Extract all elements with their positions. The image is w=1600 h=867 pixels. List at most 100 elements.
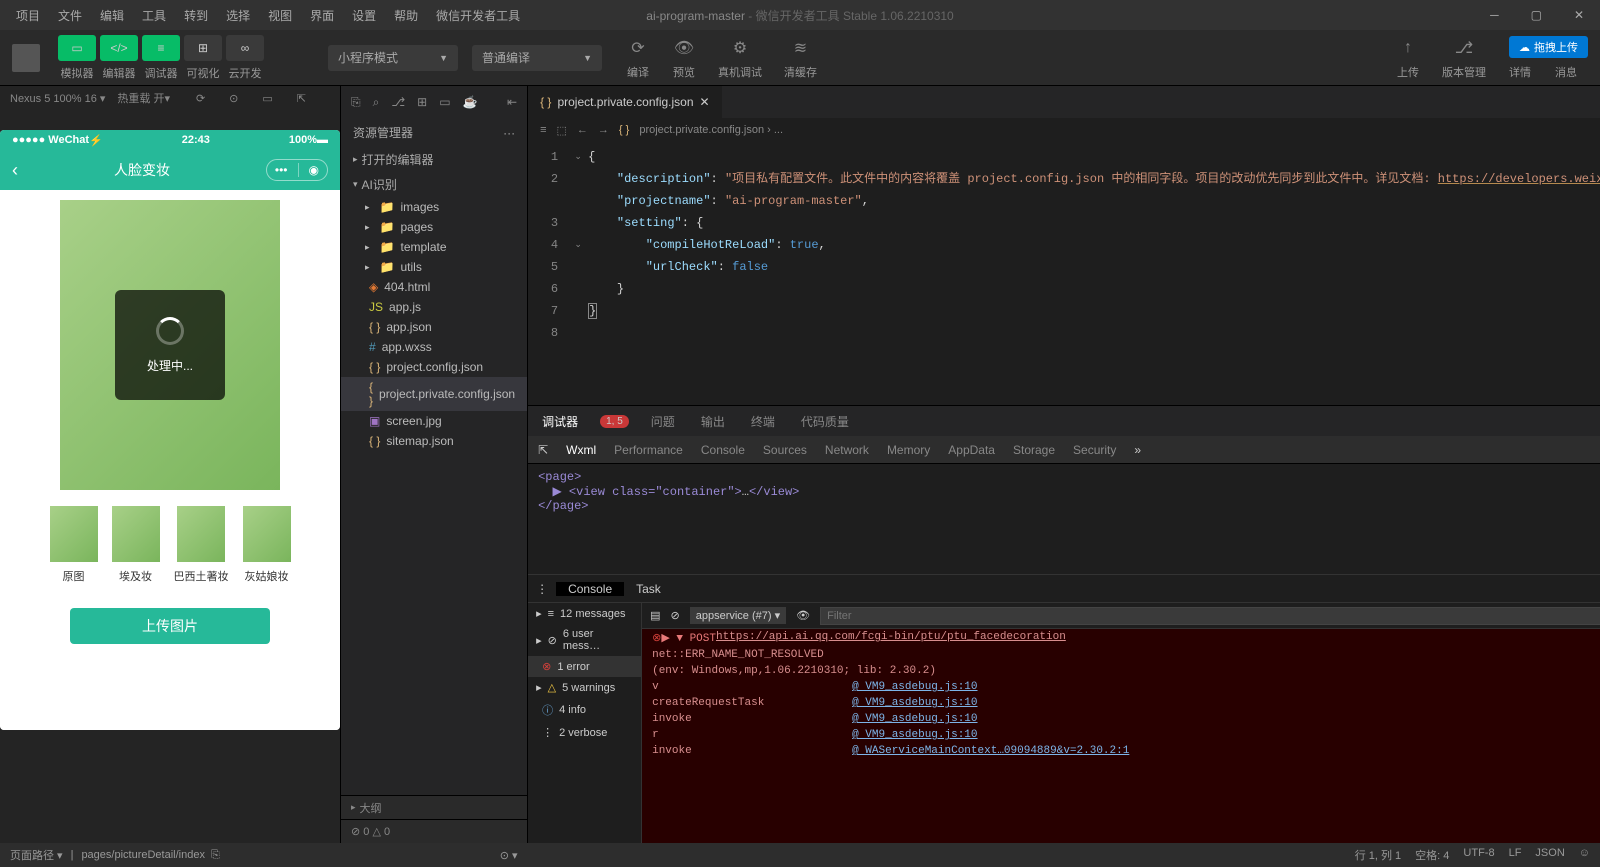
encoding[interactable]: UTF-8 — [1463, 847, 1494, 863]
file-screen[interactable]: ▣screen.jpg — [341, 411, 527, 431]
devtab-memory[interactable]: Memory — [887, 443, 930, 457]
compile-dropdown[interactable]: 普通编译▼ — [472, 45, 602, 71]
device-selector[interactable]: Nexus 5 100% 16 ▾ — [10, 92, 105, 105]
devtab-sources[interactable]: Sources — [763, 443, 807, 457]
cloud-toggle[interactable]: ∞ — [226, 35, 264, 61]
devtab-network[interactable]: Network — [825, 443, 869, 457]
capsule-menu-icon[interactable]: ••• — [275, 163, 288, 177]
devtab-wxml[interactable]: Wxml — [566, 443, 596, 457]
eol[interactable]: LF — [1509, 847, 1522, 863]
upload-button[interactable]: ↑ — [1396, 36, 1420, 60]
collapse-icon[interactable]: ⇤ — [507, 95, 517, 109]
context-dropdown[interactable]: appservice (#7) ▾ — [690, 607, 786, 624]
side-warnings[interactable]: ▸△5 warnings — [528, 677, 641, 698]
side-info[interactable]: ⓘ4 info — [528, 698, 641, 722]
thumb-brazil[interactable]: 巴西土著妆 — [174, 506, 229, 584]
devtab-console[interactable]: Console — [701, 443, 745, 457]
compile-button[interactable]: ⟳ — [626, 36, 650, 60]
files-icon[interactable]: ⎘ — [351, 95, 361, 110]
tab-problems[interactable]: 问题 — [647, 413, 679, 430]
page-path[interactable]: pages/pictureDetail/index — [81, 849, 205, 861]
list-icon[interactable]: ≡ — [540, 124, 546, 136]
menu-goto[interactable]: 转到 — [176, 3, 216, 28]
nav-fwd-icon[interactable]: → — [598, 124, 609, 136]
file-projectconfig[interactable]: { }project.config.json — [341, 357, 527, 377]
thumb-original[interactable]: 原图 — [50, 506, 98, 584]
search-icon[interactable]: ⌕ — [373, 95, 380, 110]
user-avatar[interactable] — [12, 44, 40, 72]
project-section[interactable]: ▾AI识别 — [341, 172, 527, 197]
cursor-pos[interactable]: 行 1, 列 1 — [1355, 847, 1401, 863]
menu-project[interactable]: 项目 — [8, 3, 48, 28]
beaker-icon[interactable]: ☕ — [463, 95, 478, 109]
scene-icon[interactable]: ⊙ ▾ — [500, 849, 518, 862]
file-appwxss[interactable]: #app.wxss — [341, 337, 527, 357]
menu-file[interactable]: 文件 — [50, 3, 90, 28]
console-filter-input[interactable] — [820, 607, 1600, 625]
file-404[interactable]: ◈404.html — [341, 277, 527, 297]
visual-toggle[interactable]: ⊞ — [184, 35, 222, 61]
tab-quality[interactable]: 代码质量 — [797, 413, 853, 430]
preview-button[interactable]: 👁 — [672, 36, 696, 60]
refresh-icon[interactable]: ⟳ — [196, 92, 205, 105]
tab-output[interactable]: 输出 — [697, 413, 729, 430]
menu-view[interactable]: 视图 — [260, 3, 300, 28]
ext-icon[interactable]: ⊞ — [417, 95, 427, 109]
thumb-cinderella[interactable]: 灰姑娘妆 — [243, 506, 291, 584]
outline-section[interactable]: ▸大纲 — [341, 795, 527, 819]
upload-image-button[interactable]: 上传图片 — [70, 608, 270, 644]
menu-settings[interactable]: 设置 — [344, 3, 384, 28]
drawer-menu-icon[interactable]: ⋮ — [528, 582, 556, 596]
eye-icon[interactable]: 👁 — [796, 609, 810, 622]
close-tab-icon[interactable]: ✕ — [700, 95, 710, 109]
fold-gutter[interactable]: ⌄⌄ — [568, 142, 588, 405]
clear-console-icon[interactable]: ⊘ — [671, 609, 680, 622]
menu-interface[interactable]: 界面 — [302, 3, 342, 28]
menu-tools[interactable]: 工具 — [134, 3, 174, 28]
mode-dropdown[interactable]: 小程序模式▼ — [328, 45, 458, 71]
devtab-appdata[interactable]: AppData — [948, 443, 995, 457]
editor-toggle[interactable]: </> — [100, 35, 138, 61]
close-button[interactable]: ✕ — [1566, 6, 1592, 24]
share-icon[interactable]: ⇱ — [297, 92, 306, 105]
lang-mode[interactable]: JSON — [1535, 847, 1564, 863]
folder-utils[interactable]: ▸📁utils — [341, 257, 527, 277]
ext2-icon[interactable]: ▭ — [439, 95, 450, 109]
tab-terminal[interactable]: 终端 — [747, 413, 779, 430]
code-content[interactable]: { "description": "项目私有配置文件。此文件中的内容将覆盖 pr… — [588, 142, 1600, 405]
editor-tab-active[interactable]: { } project.private.config.json ✕ — [528, 86, 722, 118]
phone-icon[interactable]: ▭ — [262, 92, 272, 105]
side-verbose[interactable]: ⋮2 verbose — [528, 722, 641, 743]
capsule-close-icon[interactable]: ◉ — [309, 163, 319, 177]
more-icon[interactable]: ··· — [503, 126, 515, 140]
clear-cache-button[interactable]: ≋ — [789, 36, 813, 60]
breadcrumb[interactable]: project.private.config.json › ... — [639, 124, 783, 136]
menu-help[interactable]: 帮助 — [386, 3, 426, 28]
page-path-label[interactable]: 页面路径 ▾ — [10, 847, 63, 863]
menu-select[interactable]: 选择 — [218, 3, 258, 28]
file-projectprivate[interactable]: { }project.private.config.json — [341, 377, 527, 411]
copy-path-icon[interactable]: ⎘ — [211, 849, 220, 862]
open-editors-section[interactable]: ▸打开的编辑器 — [341, 147, 527, 172]
thumb-egypt[interactable]: 埃及妆 — [112, 506, 160, 584]
side-messages[interactable]: ▸≡12 messages — [528, 603, 641, 624]
folder-images[interactable]: ▸📁images — [341, 197, 527, 217]
side-errors[interactable]: ⊗1 error — [528, 656, 641, 677]
version-button[interactable]: ⎇ — [1452, 36, 1476, 60]
elements-tree[interactable]: <page> ▶ <view class="container">…</view… — [528, 464, 1600, 574]
indent[interactable]: 空格: 4 — [1415, 847, 1449, 863]
back-icon[interactable]: ‹ — [12, 160, 18, 181]
branch-icon[interactable]: ⎇ — [391, 95, 405, 109]
record-icon[interactable]: ⊙ — [229, 92, 238, 105]
minimize-button[interactable]: ─ — [1482, 6, 1507, 24]
nav-back-icon[interactable]: ← — [577, 124, 588, 136]
file-appjs[interactable]: JSapp.js — [341, 297, 527, 317]
console-log[interactable]: ⊗ ▶ ▼ POST https://api.ai.qq.com/fcgi-bi… — [642, 629, 1600, 843]
bookmark-icon[interactable]: ⬚ — [557, 124, 567, 137]
debugger-toggle[interactable]: ≡ — [142, 35, 180, 61]
tab-console[interactable]: Console — [556, 582, 624, 596]
folder-pages[interactable]: ▸📁pages — [341, 217, 527, 237]
tab-debugger[interactable]: 调试器 — [538, 413, 582, 430]
drag-upload-badge[interactable]: ☁拖拽上传 — [1509, 36, 1588, 58]
menu-wxdevtools[interactable]: 微信开发者工具 — [428, 3, 528, 28]
